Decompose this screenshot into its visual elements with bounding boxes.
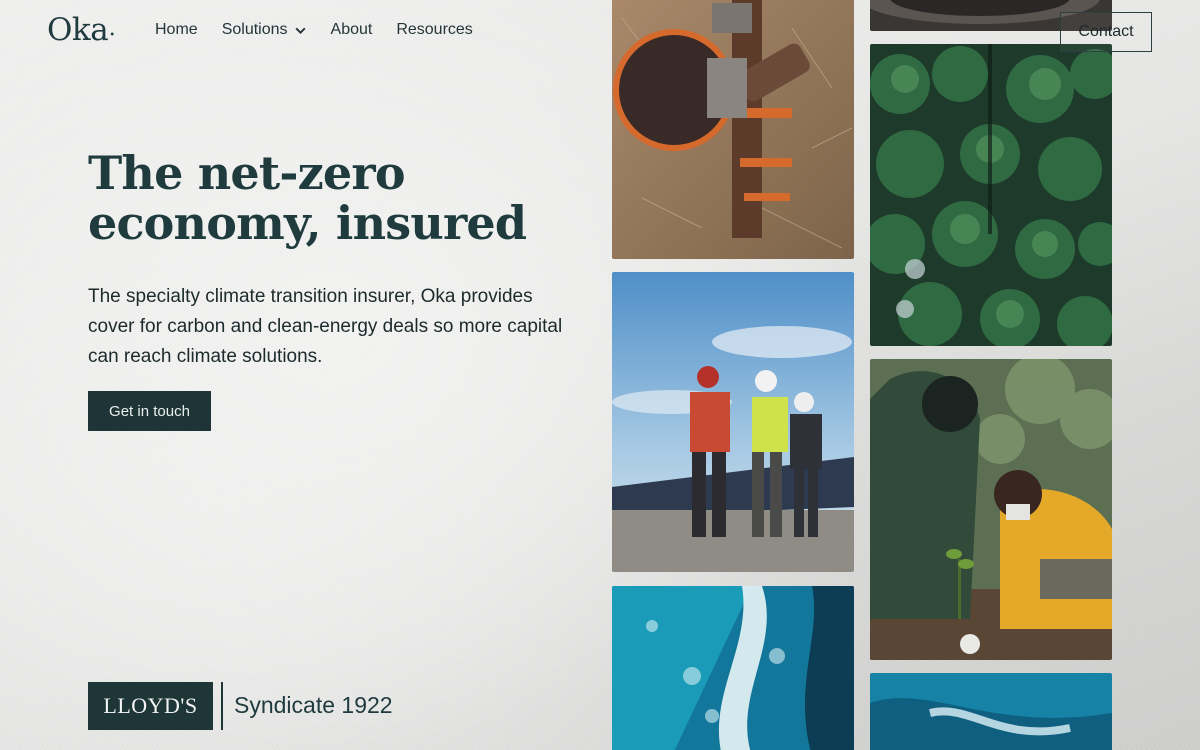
nav-item-about[interactable]: About [331,21,373,39]
forest-aerial-photo [870,44,1112,346]
pipeline-photo [612,0,854,259]
lloyds-logo: LLOYD'S [88,682,213,730]
main-nav: Home Solutions About Resources [155,21,473,39]
contact-button[interactable]: Contact [1060,12,1152,52]
nav-item-resources[interactable]: Resources [396,21,472,39]
oka-logo[interactable]: Oka• [47,12,115,48]
get-in-touch-button[interactable]: Get in touch [88,391,211,431]
hero-title: The net-zero economy, insured [88,148,558,248]
hero-subtitle: The specialty climate transition insurer… [88,286,563,367]
chevron-down-icon [294,27,306,34]
ocean-waves-photo [612,586,854,750]
nav-item-home[interactable]: Home [155,21,198,39]
syndicate-label: Syndicate 1922 [234,692,393,718]
ocean-aerial-photo [870,673,1112,750]
hero-title-line2: economy, insured [88,196,527,250]
tree-planting-photo [870,359,1112,660]
nav-item-solutions[interactable]: Solutions [222,21,307,39]
logo-divider [221,682,223,730]
workers-solar-photo [612,272,854,572]
hero-title-line1: The net-zero [88,146,406,200]
